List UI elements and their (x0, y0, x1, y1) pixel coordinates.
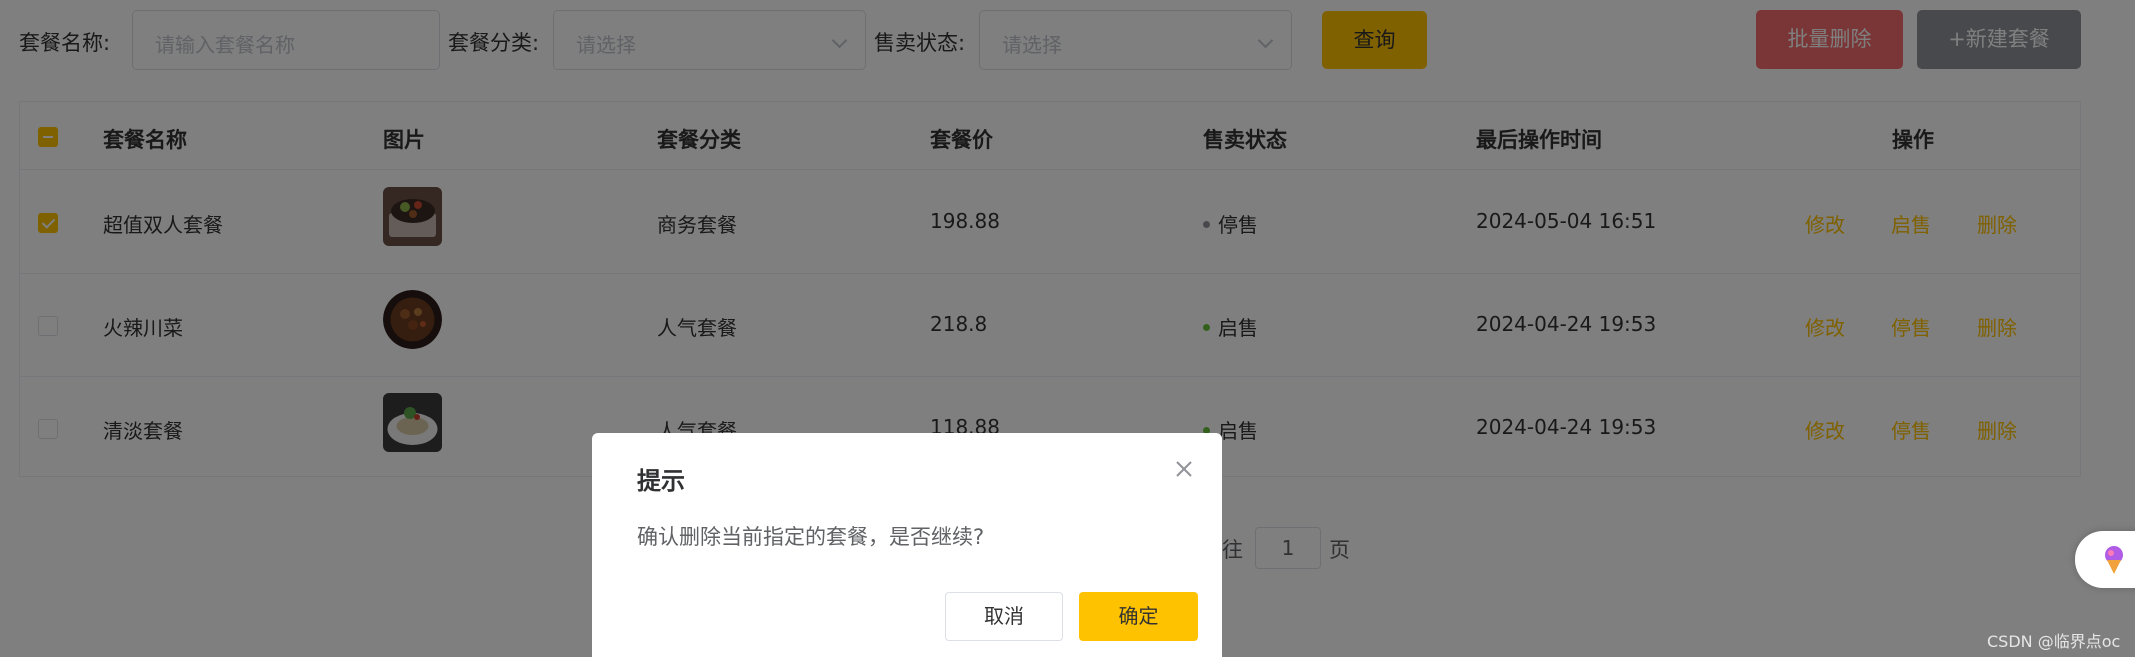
confirm-button[interactable]: 确定 (1079, 592, 1198, 641)
dialog-title: 提示 (637, 467, 685, 495)
dialog-message: 确认删除当前指定的套餐，是否继续? (637, 525, 985, 549)
floating-assistant-widget[interactable] (2075, 531, 2135, 588)
watermark-text: CSDN @临界点oc (1987, 632, 2121, 651)
confirm-dialog: 提示 确认删除当前指定的套餐，是否继续? 取消 确定 (592, 433, 1222, 657)
close-icon[interactable] (1173, 458, 1195, 480)
cancel-button[interactable]: 取消 (945, 592, 1063, 641)
setmeal-management-page: 套餐名称: 请输入套餐名称 套餐分类: 请选择 售卖状态: 请选择 查询 批量删… (0, 0, 2135, 657)
ice-cream-icon (2101, 545, 2127, 580)
